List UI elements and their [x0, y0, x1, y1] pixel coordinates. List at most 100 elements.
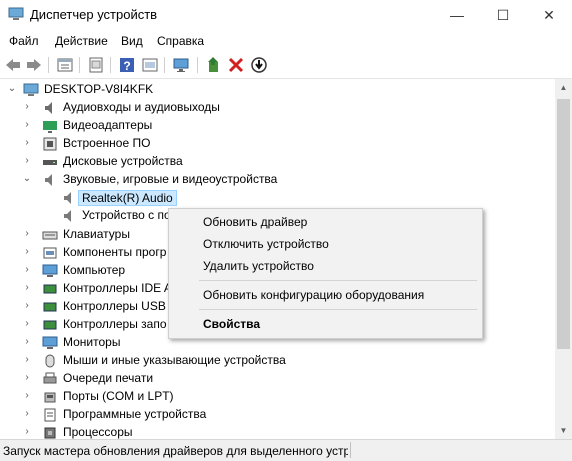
- maximize-button[interactable]: ☐: [480, 0, 526, 30]
- chevron-down-icon[interactable]: ⌄: [22, 173, 32, 185]
- resources-icon[interactable]: [141, 56, 159, 74]
- tree-item[interactable]: ⌄ Звуковые, игровые и видеоустройства: [0, 171, 555, 189]
- tree-item[interactable]: › Дисковые устройства: [0, 153, 555, 171]
- tree-item-label: Мыши и иные указывающие устройства: [63, 353, 286, 367]
- speaker-icon: [64, 192, 71, 204]
- status-divider: [350, 442, 351, 458]
- chevron-right-icon[interactable]: ›: [22, 372, 32, 384]
- chevron-right-icon[interactable]: ›: [22, 119, 32, 131]
- chevron-right-icon[interactable]: ›: [22, 354, 32, 366]
- chevron-right-icon[interactable]: ›: [22, 101, 32, 113]
- menu-update-driver[interactable]: Обновить драйвер: [203, 215, 307, 229]
- close-button[interactable]: ✕: [526, 0, 572, 30]
- menu-disable-device[interactable]: Отключить устройство: [203, 237, 329, 251]
- computer-icon: [42, 264, 58, 277]
- tree-item-label: Аудиовходы и аудиовыходы: [63, 100, 220, 114]
- chevron-right-icon[interactable]: ›: [22, 246, 32, 258]
- firmware-icon: [43, 137, 57, 151]
- chevron-right-icon[interactable]: ›: [22, 282, 32, 294]
- audio-io-icon: [45, 102, 52, 114]
- context-menu: Обновить драйвер Отключить устройство Уд…: [168, 208, 483, 339]
- chevron-right-icon[interactable]: ›: [22, 390, 32, 402]
- storage-controller-icon: [43, 320, 57, 330]
- tree-item-label: Дисковые устройства: [63, 154, 183, 168]
- tree-item-label: Клавиатуры: [63, 227, 130, 241]
- tree-item-label: Контроллеры запо: [63, 317, 167, 331]
- chevron-right-icon[interactable]: ›: [22, 264, 32, 276]
- back-icon[interactable]: [4, 56, 22, 74]
- forward-icon[interactable]: [25, 56, 43, 74]
- scroll-up-arrow-icon[interactable]: ▲: [555, 79, 572, 96]
- tree-item-label: Realtek(R) Audio: [78, 190, 177, 206]
- chevron-right-icon[interactable]: ›: [22, 336, 32, 348]
- vertical-scrollbar[interactable]: ▲ ▼: [555, 79, 572, 439]
- title-bar: Диспетчер устройств — ☐ ✕: [0, 0, 572, 30]
- tree-item-label: Компьютер: [63, 263, 126, 277]
- disable-device-icon[interactable]: [250, 56, 268, 74]
- minimize-button[interactable]: —: [434, 0, 480, 30]
- mouse-icon: [45, 354, 55, 368]
- software-device-icon: [44, 408, 56, 422]
- keyboard-icon: [42, 231, 58, 240]
- menu-scan-hardware[interactable]: Обновить конфигурацию оборудования: [203, 288, 424, 302]
- tree-item[interactable]: › Мыши и иные указывающие устройства: [0, 352, 555, 370]
- update-driver-icon[interactable]: [205, 56, 223, 74]
- menu-properties[interactable]: Свойства: [203, 317, 260, 331]
- speaker-icon: [45, 174, 52, 186]
- ide-controller-icon: [43, 284, 57, 294]
- computer-icon: [23, 83, 39, 96]
- speaker-icon: [64, 210, 71, 222]
- port-icon: [44, 392, 56, 403]
- tree-item-label: Контроллеры USB: [63, 299, 166, 313]
- tree-item-label: Видеоадаптеры: [63, 118, 153, 132]
- disk-drive-icon: [43, 160, 57, 165]
- tree-item-selected[interactable]: Realtek(R) Audio: [0, 189, 555, 207]
- chevron-right-icon[interactable]: ›: [22, 300, 32, 312]
- tree-item[interactable]: › Программные устройства: [0, 406, 555, 424]
- tree-item-label: Программные устройства: [63, 407, 207, 421]
- chevron-right-icon[interactable]: ›: [22, 426, 32, 438]
- tree-item[interactable]: › Очереди печати: [0, 370, 555, 388]
- computer-name: DESKTOP-V8I4KFK: [44, 82, 154, 96]
- help-icon[interactable]: ?: [118, 56, 136, 74]
- tree-item-label: Звуковые, игровые и видеоустройства: [63, 172, 278, 186]
- chevron-right-icon[interactable]: ›: [22, 318, 32, 330]
- scroll-thumb[interactable]: [557, 99, 570, 349]
- menu-help[interactable]: Справка: [157, 34, 204, 48]
- tree-item[interactable]: › Порты (COM и LPT): [0, 388, 555, 406]
- tree-item[interactable]: › Аудиовходы и аудиовыходы: [0, 99, 555, 117]
- monitor-icon[interactable]: [172, 56, 190, 74]
- status-bar: Запуск мастера обновления драйверов для …: [0, 439, 572, 461]
- tree-item-label: Устройство с по: [82, 208, 171, 222]
- menu-view[interactable]: Вид: [121, 34, 143, 48]
- tree-item[interactable]: › Видеоадаптеры: [0, 117, 555, 135]
- processor-icon: [44, 427, 56, 439]
- printer-icon: [43, 372, 57, 384]
- uninstall-x-icon[interactable]: [227, 56, 245, 74]
- scroll-down-arrow-icon[interactable]: ▼: [555, 422, 572, 439]
- chevron-right-icon[interactable]: ›: [22, 137, 32, 149]
- usb-controller-icon: [43, 302, 57, 312]
- properties-view-icon[interactable]: [56, 56, 74, 74]
- menu-action[interactable]: Действие: [55, 34, 108, 48]
- menu-uninstall-device[interactable]: Удалить устройство: [203, 259, 314, 273]
- hidden-devices-icon[interactable]: [87, 56, 105, 74]
- tree-item-label: Компоненты прогр: [63, 245, 167, 259]
- chevron-right-icon[interactable]: ›: [22, 228, 32, 240]
- monitor-icon: [42, 336, 58, 349]
- tree-item[interactable]: › Встроенное ПО: [0, 135, 555, 153]
- tree-item-label: Встроенное ПО: [63, 136, 151, 150]
- device-manager-icon: [8, 7, 24, 20]
- software-component-icon: [43, 247, 57, 259]
- chevron-right-icon[interactable]: ›: [22, 155, 32, 167]
- tree-root[interactable]: ⌄ DESKTOP-V8I4KFK: [0, 81, 555, 99]
- chevron-right-icon[interactable]: ›: [22, 408, 32, 420]
- display-adapter-icon: [43, 121, 57, 133]
- toolbar: ?: [0, 52, 572, 79]
- menu-separator: [199, 280, 477, 281]
- tree-item-label: Порты (COM и LPT): [63, 389, 174, 403]
- chevron-down-icon[interactable]: ⌄: [7, 83, 17, 95]
- tree-item[interactable]: › Процессоры: [0, 424, 555, 439]
- tree-item-label: Процессоры: [63, 425, 133, 439]
- menu-file[interactable]: Файл: [9, 34, 39, 48]
